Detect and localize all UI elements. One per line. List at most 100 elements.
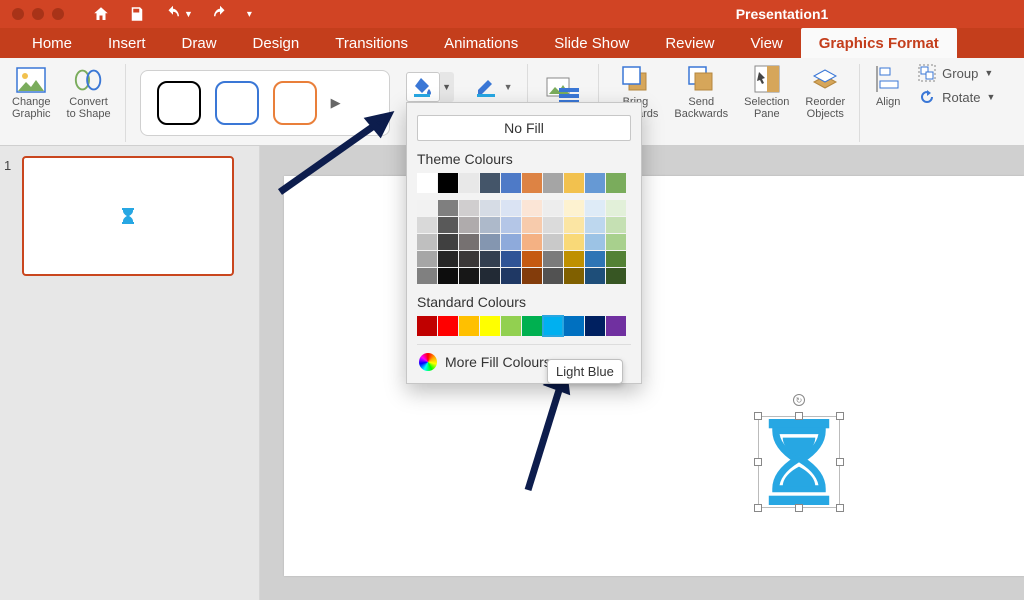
color-swatch[interactable]: [585, 251, 605, 267]
tab-home[interactable]: Home: [14, 28, 90, 58]
rotate-button[interactable]: Rotate▼: [918, 88, 995, 106]
color-swatch[interactable]: [480, 268, 500, 284]
tab-slide-show[interactable]: Slide Show: [536, 28, 647, 58]
color-swatch[interactable]: [522, 268, 542, 284]
color-swatch[interactable]: [501, 316, 521, 336]
group-button[interactable]: Group▼: [918, 64, 995, 82]
resize-handle[interactable]: [836, 412, 844, 420]
color-swatch[interactable]: [480, 251, 500, 267]
color-swatch[interactable]: [417, 234, 437, 250]
color-swatch[interactable]: [585, 234, 605, 250]
color-swatch[interactable]: [606, 251, 626, 267]
color-swatch[interactable]: [480, 200, 500, 216]
color-swatch[interactable]: [564, 200, 584, 216]
color-swatch[interactable]: [438, 200, 458, 216]
color-swatch[interactable]: [522, 173, 542, 193]
slide-thumbnail-pane[interactable]: 1: [0, 146, 260, 600]
color-swatch[interactable]: [522, 316, 542, 336]
resize-handle[interactable]: [795, 412, 803, 420]
color-swatch[interactable]: [585, 316, 605, 336]
color-swatch[interactable]: [585, 200, 605, 216]
color-swatch[interactable]: [564, 234, 584, 250]
tab-draw[interactable]: Draw: [164, 28, 235, 58]
undo-button[interactable]: ▼: [164, 5, 193, 23]
color-swatch[interactable]: [543, 200, 563, 216]
color-swatch[interactable]: [459, 217, 479, 233]
color-swatch[interactable]: [564, 217, 584, 233]
color-swatch[interactable]: [564, 173, 584, 193]
color-swatch[interactable]: [438, 234, 458, 250]
color-swatch[interactable]: [522, 200, 542, 216]
resize-handle[interactable]: [836, 458, 844, 466]
reorder-objects-button[interactable]: Reorder Objects: [805, 64, 845, 120]
slide-thumbnail-1[interactable]: [22, 156, 234, 276]
color-swatch[interactable]: [480, 316, 500, 336]
save-icon[interactable]: [128, 5, 146, 23]
color-swatch[interactable]: [501, 217, 521, 233]
color-swatch[interactable]: [438, 173, 458, 193]
close-window-icon[interactable]: [12, 8, 24, 20]
color-swatch[interactable]: [417, 217, 437, 233]
color-swatch[interactable]: [417, 251, 437, 267]
tab-animations[interactable]: Animations: [426, 28, 536, 58]
color-swatch[interactable]: [417, 268, 437, 284]
color-swatch[interactable]: [438, 251, 458, 267]
color-swatch[interactable]: [459, 200, 479, 216]
selected-graphic[interactable]: ↻: [758, 416, 840, 508]
color-swatch[interactable]: [459, 316, 479, 336]
style-preset-2[interactable]: [215, 81, 259, 125]
resize-handle[interactable]: [754, 458, 762, 466]
color-swatch[interactable]: [606, 200, 626, 216]
color-swatch[interactable]: [522, 217, 542, 233]
color-swatch[interactable]: [480, 173, 500, 193]
color-swatch[interactable]: [522, 234, 542, 250]
send-backwards-button[interactable]: Send Backwards: [674, 64, 728, 120]
color-swatch[interactable]: [585, 268, 605, 284]
tab-insert[interactable]: Insert: [90, 28, 164, 58]
color-swatch[interactable]: [417, 316, 437, 336]
align-button[interactable]: Align: [874, 64, 902, 108]
selection-pane-button[interactable]: Selection Pane: [744, 64, 789, 120]
color-swatch[interactable]: [564, 268, 584, 284]
qat-customize-icon[interactable]: ▾: [247, 9, 252, 20]
tab-graphics-format[interactable]: Graphics Format: [801, 28, 957, 58]
convert-to-shape-button[interactable]: Convert to Shape: [67, 64, 111, 120]
slide-editor[interactable]: ↻: [260, 146, 1024, 600]
color-swatch[interactable]: [606, 217, 626, 233]
tab-design[interactable]: Design: [235, 28, 318, 58]
color-swatch[interactable]: [459, 268, 479, 284]
color-swatch[interactable]: [585, 173, 605, 193]
color-swatch[interactable]: [543, 217, 563, 233]
color-swatch[interactable]: [480, 217, 500, 233]
color-swatch[interactable]: [564, 316, 584, 336]
color-swatch[interactable]: [543, 316, 563, 336]
zoom-window-icon[interactable]: [52, 8, 64, 20]
redo-icon[interactable]: [211, 5, 229, 23]
color-swatch[interactable]: [501, 268, 521, 284]
style-preset-1[interactable]: [157, 81, 201, 125]
graphics-fill-button[interactable]: [406, 72, 440, 102]
color-swatch[interactable]: [438, 316, 458, 336]
color-swatch[interactable]: [606, 268, 626, 284]
change-graphic-button[interactable]: Change Graphic: [12, 64, 51, 120]
color-swatch[interactable]: [417, 200, 437, 216]
color-swatch[interactable]: [501, 200, 521, 216]
graphics-outline-button[interactable]: [470, 72, 504, 102]
color-swatch[interactable]: [438, 217, 458, 233]
resize-handle[interactable]: [754, 504, 762, 512]
tab-view[interactable]: View: [733, 28, 801, 58]
graphics-fill-dropdown[interactable]: ▼: [440, 72, 454, 102]
color-swatch[interactable]: [501, 234, 521, 250]
color-swatch[interactable]: [501, 173, 521, 193]
slide-canvas[interactable]: ↻: [284, 176, 1024, 576]
color-swatch[interactable]: [417, 173, 437, 193]
color-swatch[interactable]: [438, 268, 458, 284]
window-controls[interactable]: [12, 8, 64, 20]
color-swatch[interactable]: [543, 234, 563, 250]
color-swatch[interactable]: [564, 251, 584, 267]
resize-handle[interactable]: [836, 504, 844, 512]
resize-handle[interactable]: [754, 412, 762, 420]
tab-review[interactable]: Review: [647, 28, 732, 58]
color-swatch[interactable]: [459, 234, 479, 250]
no-fill-button[interactable]: No Fill: [417, 115, 631, 141]
